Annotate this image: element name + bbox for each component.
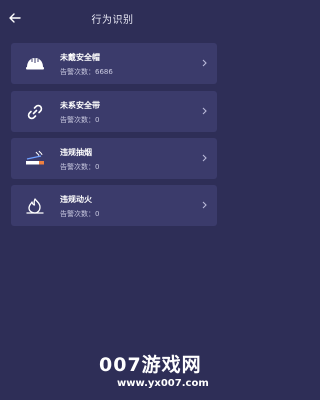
- card-no-helmet[interactable]: 未戴安全帽 告警次数：6686: [11, 43, 217, 84]
- chevron-right-icon: [199, 106, 209, 116]
- cigarette-icon: [24, 148, 46, 170]
- alarm-count: 告警次数：0: [60, 163, 100, 171]
- page-title: 行为识别: [91, 15, 134, 26]
- chevron-right-icon: [199, 58, 209, 68]
- card-label: 违规抽烟: [60, 148, 92, 157]
- card-label: 未系安全带: [60, 101, 100, 110]
- helmet-icon: [24, 53, 46, 75]
- card-label: 未戴安全帽: [60, 53, 100, 62]
- alarm-count: 告警次数：0: [60, 116, 100, 124]
- card-illegal-smoking[interactable]: 违规抽烟 告警次数：0: [11, 138, 217, 179]
- card-illegal-fire[interactable]: 违规动火 告警次数：0: [11, 185, 217, 226]
- site-watermark: 007游戏网 www.yx007.com: [99, 350, 223, 396]
- chevron-right-icon: [199, 153, 209, 163]
- flame-icon: [24, 195, 46, 217]
- card-label: 违规动火: [60, 195, 92, 204]
- alarm-count: 告警次数：0: [60, 210, 100, 218]
- watermark-url: www.yx007.com: [117, 378, 209, 389]
- card-no-seatbelt[interactable]: 未系安全带 告警次数：0: [11, 91, 217, 132]
- top-bar: 行为识别: [0, 0, 225, 36]
- alarm-count: 告警次数：6686: [60, 68, 113, 76]
- chevron-right-icon: [199, 200, 209, 210]
- watermark-text: 007游戏网: [99, 354, 202, 376]
- link-icon: [24, 101, 46, 123]
